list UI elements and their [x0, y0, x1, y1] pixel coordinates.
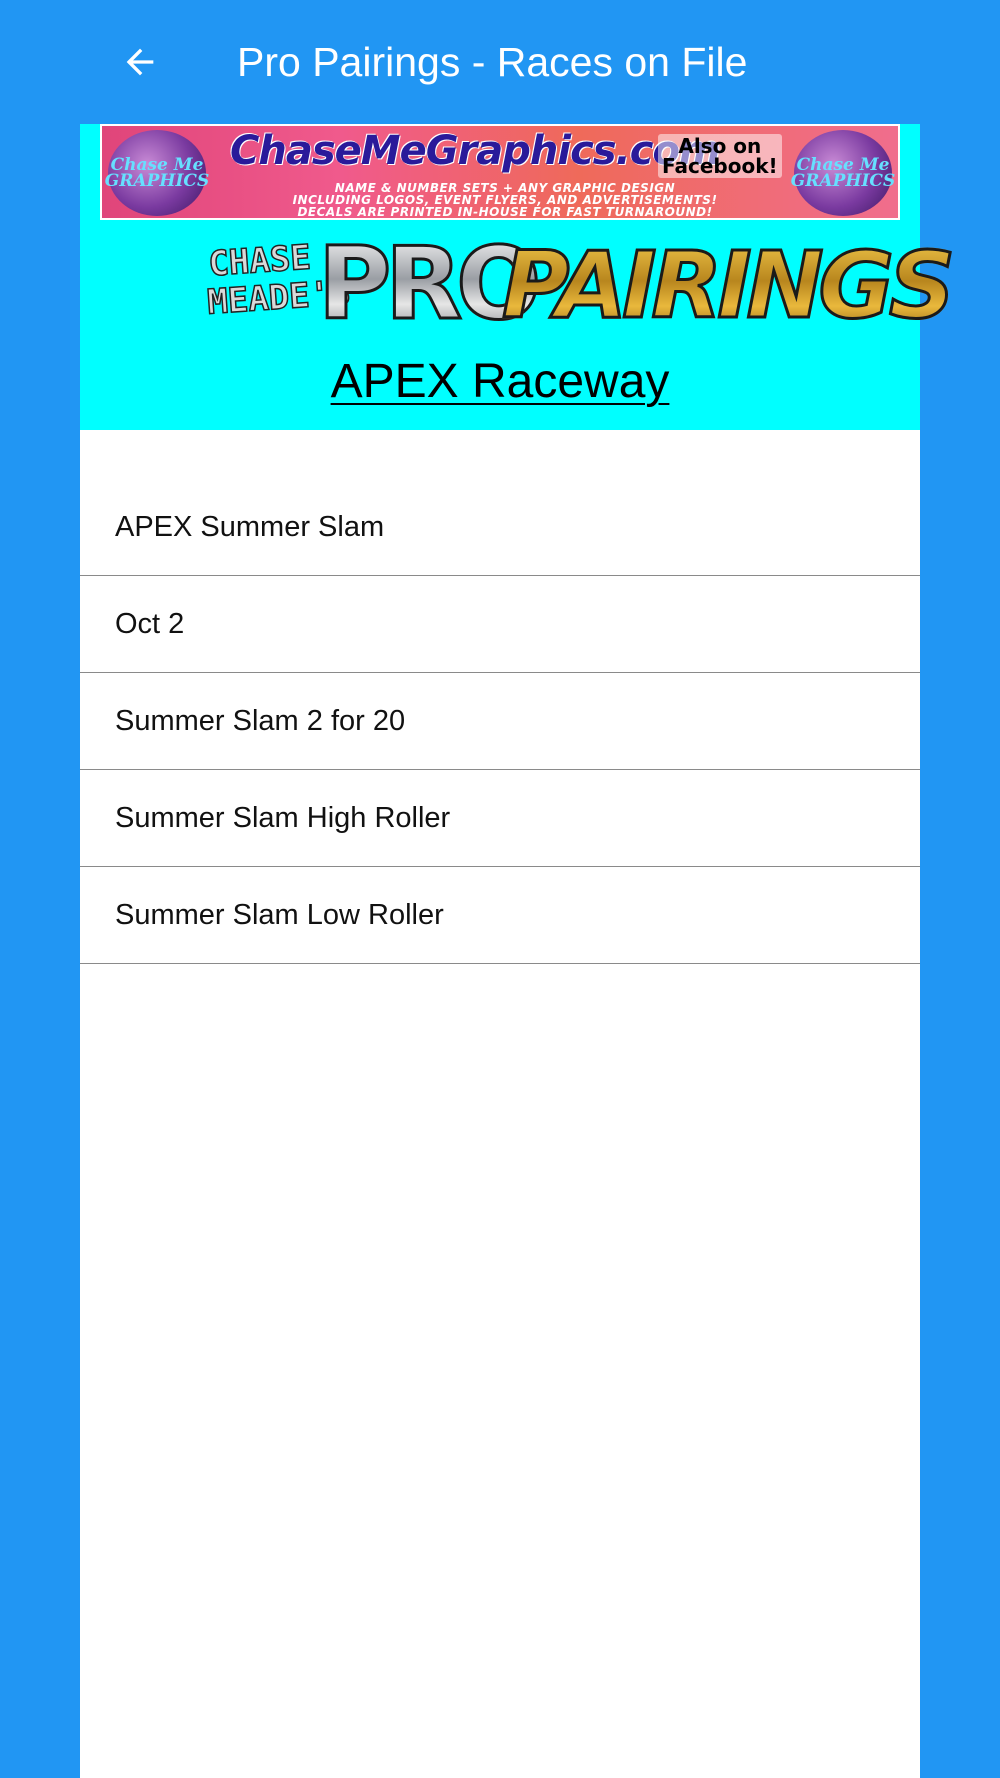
sponsor-tagline-3: DECALS ARE PRINTED IN-HOUSE FOR FAST TUR… [297, 205, 713, 219]
back-button[interactable] [104, 30, 176, 94]
logo-prefix: CHASE MEADE'S [205, 237, 352, 324]
race-list-item[interactable]: Summer Slam High Roller [80, 770, 920, 867]
race-list-item[interactable]: Oct 2 [80, 576, 920, 673]
race-label: Summer Slam Low Roller [115, 899, 444, 931]
race-label: Summer Slam 2 for 20 [115, 705, 406, 737]
track-header: Chase Me GRAPHICS ChaseMeGraphics.com Al… [80, 124, 957, 430]
sponsor-banner[interactable]: Chase Me GRAPHICS ChaseMeGraphics.com Al… [100, 124, 900, 220]
race-label: APEX Summer Slam [115, 511, 385, 543]
sponsor-logo-badge: Chase Me GRAPHICS [791, 130, 895, 216]
pro-pairings-logo: CHASE MEADE'S PRO PAIRINGS [205, 232, 956, 337]
logo-word-pairings: PAIRINGS [500, 232, 956, 339]
app-bar: Pro Pairings - Races on File [0, 0, 1000, 124]
main-content: Chase Me GRAPHICS ChaseMeGraphics.com Al… [80, 124, 957, 1778]
sponsor-logo-badge: Chase Me GRAPHICS [105, 130, 209, 216]
track-name: APEX Raceway [330, 355, 670, 408]
sponsor-headline: ChaseMeGraphics.com [230, 128, 721, 174]
race-list-item[interactable]: APEX Summer Slam [80, 479, 920, 576]
arrow-left-icon [126, 48, 154, 76]
race-label: Summer Slam High Roller [115, 802, 451, 834]
sponsor-facebook-note: Also on Facebook! [658, 134, 782, 178]
race-list-item[interactable]: Summer Slam Low Roller [80, 867, 920, 964]
page-title: Pro Pairings - Races on File [237, 39, 748, 85]
race-label: Oct 2 [115, 608, 185, 640]
race-list: APEX Summer Slam Oct 2 Summer Slam 2 for… [80, 479, 920, 964]
race-list-item[interactable]: Summer Slam 2 for 20 [80, 673, 920, 770]
